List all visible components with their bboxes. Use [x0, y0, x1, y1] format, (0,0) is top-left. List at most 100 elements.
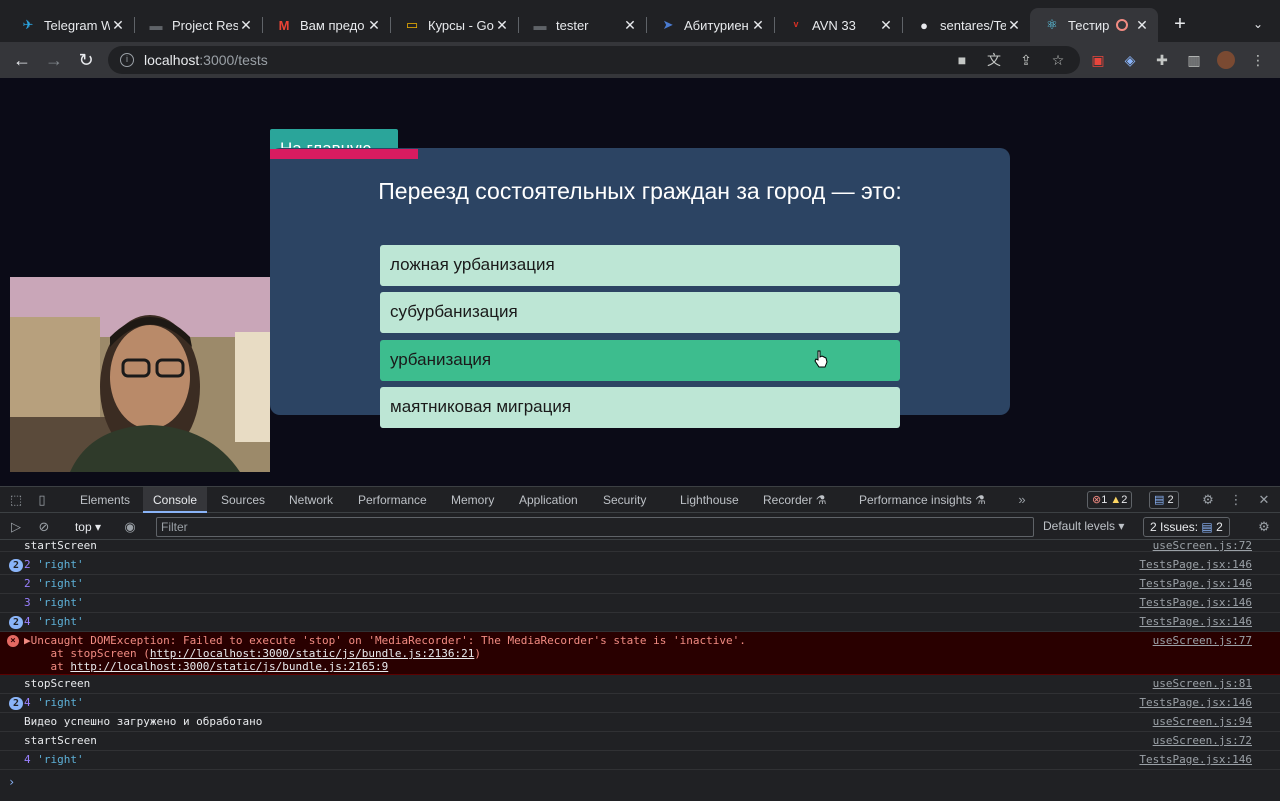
share-icon[interactable]: ⇪	[1017, 51, 1035, 69]
console-log-row: startScreen useScreen.js:72	[0, 732, 1280, 751]
inspect-element-icon[interactable]: ⬚	[8, 492, 24, 508]
devtools-tab-memory[interactable]: Memory	[451, 487, 494, 513]
browser-tab-title: AVN 33	[812, 17, 856, 33]
log-message: startScreen	[24, 734, 97, 747]
tab-search-icon[interactable]: ⌄	[1248, 12, 1268, 36]
issues-button[interactable]: 2 Issues: ▤ 2	[1143, 517, 1230, 537]
browser-tab-3[interactable]: M Вам предо ✕	[262, 8, 390, 42]
more-tabs-icon[interactable]: »	[1014, 492, 1030, 508]
log-source-link[interactable]: useScreen.js:81	[1153, 677, 1252, 690]
device-toolbar-icon[interactable]: ▯	[34, 492, 50, 508]
close-tab-icon[interactable]: ✕	[238, 17, 254, 34]
devtools-tab-recorder[interactable]: Recorder ⚗	[763, 487, 826, 513]
forward-icon[interactable]: →	[42, 48, 66, 72]
log-source-link[interactable]: useScreen.js:72	[1153, 541, 1252, 552]
browser-menu-icon[interactable]: ⋮	[1249, 51, 1267, 69]
devtools-close-icon[interactable]: ✕	[1256, 492, 1272, 508]
close-tab-icon[interactable]: ✕	[750, 17, 766, 34]
devtools-menu-icon[interactable]: ⋮	[1228, 492, 1244, 508]
error-message[interactable]: ▶Uncaught DOMException: Failed to execut…	[24, 634, 746, 673]
log-message: stopScreen	[24, 677, 91, 690]
devtools-tab-network[interactable]: Network	[289, 487, 333, 513]
log-source-link[interactable]: useScreen.js:94	[1153, 715, 1252, 728]
devtools-tab-lighthouse[interactable]: Lighthouse	[680, 487, 739, 513]
browser-tab-5[interactable]: ▬ tester ✕	[518, 8, 646, 42]
answer-option-2[interactable]: субурбанизация	[380, 292, 900, 333]
stack-link[interactable]: http://localhost:3000/static/js/bundle.j…	[150, 647, 475, 660]
log-source-link[interactable]: TestsPage.jsx:146	[1139, 596, 1252, 609]
browser-tab-7[interactable]: ᵛ AVN 33 ✕	[774, 8, 902, 42]
messages-counter[interactable]: ▤ 2	[1149, 491, 1179, 509]
console-settings-icon[interactable]: ⚙	[1256, 519, 1272, 535]
flask-icon: ⚗	[815, 493, 827, 507]
gmail-icon: M	[278, 17, 290, 33]
browser-tab-8[interactable]: ● sentares/Te ✕	[902, 8, 1030, 42]
log-source-link[interactable]: TestsPage.jsx:146	[1139, 696, 1252, 709]
close-tab-icon[interactable]: ✕	[366, 17, 382, 34]
camera-icon[interactable]: ■	[953, 51, 971, 69]
repeat-count-badge: 2	[9, 697, 23, 710]
log-source-link[interactable]: TestsPage.jsx:146	[1139, 558, 1252, 571]
devtools-tab-elements[interactable]: Elements	[80, 487, 130, 513]
sidebar-toggle-icon[interactable]: ▷	[8, 519, 24, 535]
browser-tab-title: Telegram W	[44, 17, 110, 33]
react-icon: ⚛	[1046, 17, 1058, 32]
answer-option-4[interactable]: маятниковая миграция	[380, 387, 900, 428]
answer-option-1[interactable]: ложная урбанизация	[380, 245, 900, 286]
tab-separator	[134, 17, 135, 33]
devtools-tab-performance[interactable]: Performance	[358, 487, 427, 513]
site-info-icon[interactable]: i	[120, 53, 134, 67]
browser-tab-1[interactable]: ✈ Telegram W ✕	[6, 8, 134, 42]
browser-tab-2[interactable]: ▬ Project Res ✕	[134, 8, 262, 42]
back-icon[interactable]: ←	[10, 48, 34, 72]
log-source-link[interactable]: useScreen.js:77	[1153, 634, 1252, 647]
devtools-tab-security[interactable]: Security	[603, 487, 646, 513]
url-host: localhost	[144, 52, 200, 68]
extension-red-icon[interactable]: ▣	[1089, 51, 1107, 69]
log-message: 4 'right'	[24, 615, 84, 628]
close-tab-icon[interactable]: ✕	[878, 17, 894, 34]
close-tab-icon[interactable]: ✕	[1134, 17, 1150, 34]
log-number: 4	[24, 615, 31, 628]
tab-separator	[646, 17, 647, 33]
browser-tab-4[interactable]: ▭ Курсы - Go ✕	[390, 8, 518, 42]
extensions-puzzle-icon[interactable]: ✚	[1153, 51, 1171, 69]
log-source-link[interactable]: TestsPage.jsx:146	[1139, 615, 1252, 628]
new-tab-button[interactable]: +	[1170, 12, 1190, 36]
log-source-link[interactable]: TestsPage.jsx:146	[1139, 577, 1252, 590]
stack-prefix: at stopScreen (	[24, 647, 150, 660]
clear-console-icon[interactable]: ⊘	[36, 519, 52, 535]
console-prompt-icon[interactable]: ›	[8, 775, 15, 789]
translate-icon[interactable]: 文	[985, 51, 1003, 69]
log-levels-dropdown[interactable]: Default levels ▾	[1043, 519, 1124, 533]
extension-blue-icon[interactable]: ◈	[1121, 51, 1139, 69]
browser-tab-9[interactable]: ⚛ Тестир ✕	[1030, 8, 1158, 42]
stack-link[interactable]: http://localhost:3000/static/js/bundle.j…	[70, 660, 388, 673]
close-tab-icon[interactable]: ✕	[494, 17, 510, 34]
log-source-link[interactable]: TestsPage.jsx:146	[1139, 753, 1252, 766]
log-source-link[interactable]: useScreen.js:72	[1153, 734, 1252, 747]
devtools-tab-performance-insights[interactable]: Performance insights ⚗	[859, 487, 986, 513]
reload-icon[interactable]: ↻	[74, 48, 98, 72]
github-icon: ●	[920, 17, 928, 33]
address-bar[interactable]: i localhost:3000/tests	[108, 46, 1080, 74]
close-tab-icon[interactable]: ✕	[1006, 17, 1022, 34]
close-tab-icon[interactable]: ✕	[110, 17, 126, 34]
close-tab-icon[interactable]: ✕	[622, 17, 638, 34]
browser-tab-6[interactable]: ➤ Абитуриен ✕	[646, 8, 774, 42]
side-panel-icon[interactable]: ▥	[1185, 51, 1203, 69]
devtools-settings-icon[interactable]: ⚙	[1200, 492, 1216, 508]
page-viewport: На главную Переезд состоятельных граждан…	[0, 78, 1280, 486]
log-number: 2	[24, 577, 31, 590]
log-number: 3	[24, 596, 31, 609]
devtools-tab-application[interactable]: Application	[519, 487, 578, 513]
devtools-tab-sources[interactable]: Sources	[221, 487, 265, 513]
monitor-icon: ▬	[149, 17, 163, 33]
bookmark-star-icon[interactable]: ☆	[1049, 51, 1067, 69]
error-warning-counter[interactable]: ⊗1 ▲2	[1087, 491, 1133, 509]
profile-avatar[interactable]	[1217, 51, 1235, 69]
console-filter-input[interactable]: Filter	[156, 517, 1034, 537]
devtools-tab-console[interactable]: Console	[143, 487, 208, 513]
live-expression-eye-icon[interactable]: ◉	[122, 519, 138, 535]
context-selector[interactable]: top ▾	[66, 519, 110, 535]
